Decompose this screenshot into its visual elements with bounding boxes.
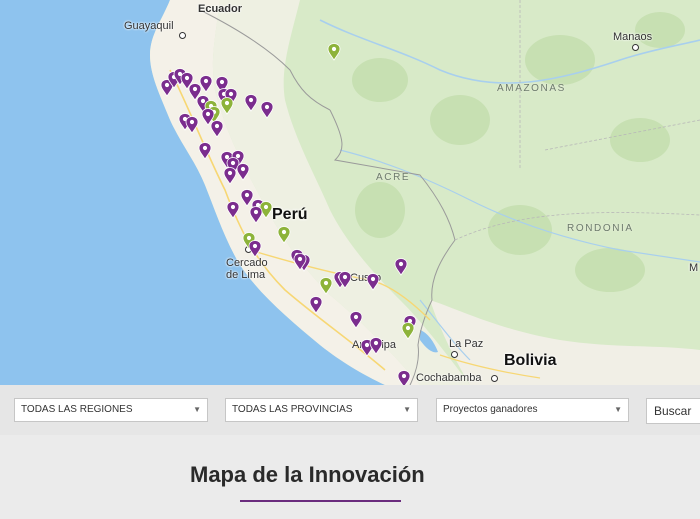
map-pin-purple-icon[interactable]	[223, 167, 237, 185]
map-pin-purple-icon[interactable]	[338, 271, 352, 289]
map-pin-purple-icon[interactable]	[199, 75, 213, 93]
region-select[interactable]: TODAS LAS REGIONES ▼	[14, 398, 208, 422]
lapaz-label: La Paz	[449, 338, 484, 350]
map-pin-purple-icon[interactable]	[394, 258, 408, 276]
acre-label: ACRE	[376, 172, 411, 183]
cercado-label-line1: Cercado	[226, 257, 268, 269]
map-pin-purple-icon[interactable]	[185, 116, 199, 134]
map-pin-green-icon[interactable]	[401, 322, 415, 340]
edge-label: M	[689, 262, 699, 274]
map-view[interactable]: Ecuador Guayaquil Manaos AMAZONAS ACRE R…	[0, 0, 700, 385]
map-pin-green-icon[interactable]	[277, 226, 291, 244]
guayaquil-label: Guayaquil	[124, 20, 174, 32]
map-pin-purple-icon[interactable]	[369, 337, 383, 355]
map-pin-purple-icon[interactable]	[249, 206, 263, 224]
map-pin-purple-icon[interactable]	[248, 240, 262, 258]
region-select-value: TODAS LAS REGIONES	[21, 404, 133, 415]
map-pin-purple-icon[interactable]	[397, 370, 411, 385]
map-pin-purple-icon[interactable]	[210, 120, 224, 138]
city-dot	[451, 351, 458, 358]
map-pin-green-icon[interactable]	[220, 97, 234, 115]
title-underline	[240, 500, 401, 502]
map-pin-purple-icon[interactable]	[309, 296, 323, 314]
filter-bar: TODAS LAS REGIONES ▼ TODAS LAS PROVINCIA…	[0, 385, 700, 435]
province-select-value: TODAS LAS PROVINCIAS	[232, 404, 353, 415]
city-dot	[632, 44, 639, 51]
map-pin-green-icon[interactable]	[319, 277, 333, 295]
map-pin-purple-icon[interactable]	[260, 101, 274, 119]
amazonas-label: AMAZONAS	[497, 83, 566, 94]
map-pin-purple-icon[interactable]	[226, 201, 240, 219]
chevron-down-icon: ▼	[193, 405, 201, 414]
ecuador-label: Ecuador	[198, 3, 243, 15]
city-dot	[491, 375, 498, 382]
map-pin-purple-icon[interactable]	[293, 253, 307, 271]
map-pin-purple-icon[interactable]	[366, 273, 380, 291]
projects-select[interactable]: Proyectos ganadores ▼	[436, 398, 629, 422]
province-select[interactable]: TODAS LAS PROVINCIAS ▼	[225, 398, 418, 422]
projects-select-value: Proyectos ganadores	[443, 404, 538, 415]
bolivia-label: Bolivia	[504, 352, 557, 369]
map-pin-purple-icon[interactable]	[349, 311, 363, 329]
map-pin-purple-icon[interactable]	[236, 163, 250, 181]
map-pin-green-icon[interactable]	[327, 43, 341, 61]
cochabamba-label: Cochabamba	[416, 372, 482, 384]
search-button[interactable]: Buscar	[646, 398, 700, 424]
city-dot	[179, 32, 186, 39]
chevron-down-icon: ▼	[614, 405, 622, 414]
peru-label: Perú	[272, 206, 308, 223]
rondonia-label: RONDONIA	[567, 223, 634, 234]
cercado-label-line2: de Lima	[226, 269, 266, 281]
map-pin-purple-icon[interactable]	[198, 142, 212, 160]
manaos-label: Manaos	[613, 31, 653, 43]
section-title: Mapa de la Innovación	[190, 462, 425, 487]
chevron-down-icon: ▼	[403, 405, 411, 414]
map-pin-purple-icon[interactable]	[244, 94, 258, 112]
